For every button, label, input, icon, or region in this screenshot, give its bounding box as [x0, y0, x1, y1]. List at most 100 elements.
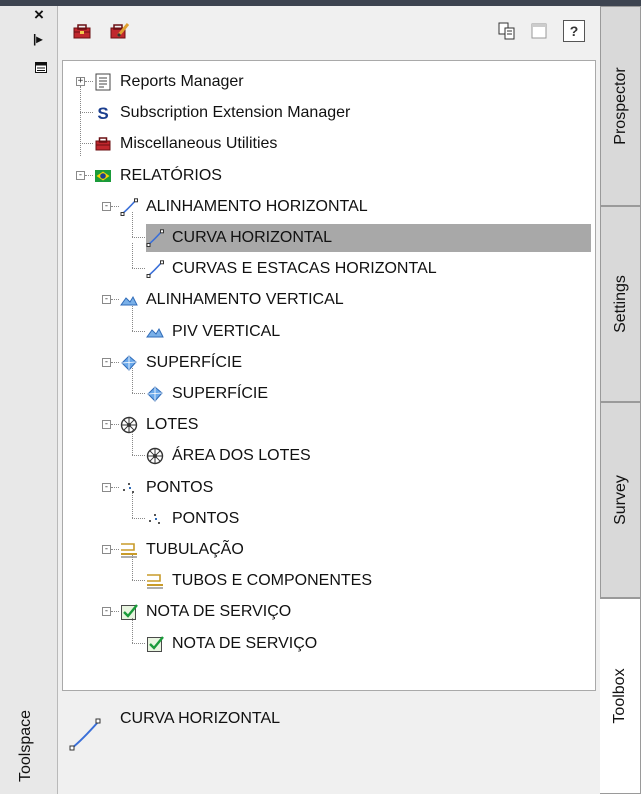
tree-connector — [132, 430, 133, 456]
tree-item[interactable]: PONTOS — [146, 505, 241, 533]
tree-item[interactable]: PIV VERTICAL — [146, 318, 282, 346]
tree-connector — [132, 642, 145, 644]
tree-item-label: NOTA DE SERVIÇO — [172, 634, 318, 652]
toolbox-icon[interactable] — [71, 20, 93, 42]
tree-connector — [132, 492, 133, 518]
tree-item-label: NOTA DE SERVIÇO — [146, 603, 292, 621]
horizontal-curve-icon — [146, 260, 164, 279]
collapse-icon[interactable]: - — [102, 482, 111, 492]
subscription-s-icon: S — [94, 104, 112, 123]
tree-connector — [85, 81, 93, 82]
pipe-network-icon — [146, 572, 164, 590]
collapse-icon[interactable]: - — [102, 607, 111, 617]
tree-connector — [111, 361, 119, 363]
tree-item-label: CURVAS E ESTACAS HORIZONTAL — [172, 260, 437, 278]
tree-connector — [132, 580, 145, 582]
copy-icon[interactable] — [496, 20, 518, 42]
collapse-icon[interactable]: - — [102, 295, 111, 305]
collapse-icon[interactable]: - — [102, 357, 111, 367]
brazil-flag-icon — [94, 167, 112, 185]
tree-item-label: ALINHAMENTO VERTICAL — [146, 291, 344, 309]
tree-item[interactable]: Miscellaneous Utilities — [94, 130, 279, 158]
tab-prospector[interactable]: Prospector — [600, 6, 641, 206]
points-icon — [120, 479, 138, 497]
checklist-icon — [146, 635, 164, 653]
collapse-icon[interactable]: - — [102, 545, 111, 554]
palette-side-strip: × |▸ Toolspace — [0, 6, 58, 794]
tree-connector — [111, 611, 119, 613]
tree-connector — [80, 86, 81, 157]
vertical-alignment-icon — [120, 291, 138, 309]
window-icon[interactable] — [528, 20, 550, 42]
tree-item-label: SUPERFÍCIE — [146, 353, 243, 371]
report-icon — [94, 73, 112, 91]
tree-item[interactable]: ALINHAMENTO HORIZONTAL — [120, 193, 370, 221]
tree-connector — [132, 243, 133, 269]
tree-connector — [132, 212, 133, 237]
collapse-icon[interactable]: - — [102, 201, 111, 211]
detail-label: CURVA HORIZONTAL — [120, 710, 281, 727]
tree-connector — [132, 455, 145, 457]
tab-settings[interactable]: Settings — [600, 206, 641, 402]
tree-item-label: Subscription Extension Manager — [120, 104, 351, 122]
tree-item[interactable]: RELATÓRIOS — [94, 162, 224, 190]
checklist-icon — [120, 603, 138, 621]
tab-survey[interactable]: Survey — [600, 402, 641, 598]
tree-item-label: LOTES — [146, 416, 199, 434]
tree-item[interactable]: TUBULAÇÃO — [120, 536, 246, 564]
tree-item-label: SUPERFÍCIE — [172, 385, 269, 402]
expand-icon[interactable]: + — [76, 77, 85, 86]
tree-item-label: Reports Manager — [120, 73, 244, 90]
horizontal-curve-icon — [146, 229, 164, 247]
tree-connector — [111, 424, 119, 426]
tree-item-label: PONTOS — [146, 478, 214, 496]
tree-item-label: ÁREA DOS LOTES — [172, 447, 311, 465]
tree-connector — [132, 617, 133, 643]
properties-icon[interactable] — [35, 62, 47, 73]
tree-connector — [132, 393, 145, 394]
tree-item[interactable]: SUPERFÍCIE — [146, 380, 270, 408]
toolbox-icon — [94, 135, 112, 153]
tree-item-label: PIV VERTICAL — [172, 322, 281, 340]
parcel-wheel-icon — [146, 447, 164, 465]
detail-pane: CURVA HORIZONTAL — [58, 696, 600, 794]
tree-connector — [132, 555, 133, 581]
collapse-icon[interactable]: - — [76, 170, 85, 180]
tab-strip: Prospector Settings Survey Toolbox — [600, 6, 641, 794]
horizontal-curve-icon — [69, 718, 101, 751]
tree-connector — [132, 305, 133, 331]
tree-item[interactable]: CURVA HORIZONTAL — [146, 224, 591, 252]
tree-connector — [80, 112, 93, 114]
tree-item[interactable]: CURVAS E ESTACAS HORIZONTAL — [146, 255, 439, 283]
tree-connector — [132, 330, 145, 332]
tree-item[interactable]: Reports Manager — [94, 68, 246, 96]
help-icon[interactable]: ? — [563, 20, 585, 42]
auto-hide-icon[interactable]: |▸ — [33, 32, 42, 46]
tree-item[interactable]: TUBOS E COMPONENTES — [146, 567, 374, 595]
pipe-network-icon — [120, 541, 138, 559]
tree-item[interactable]: NOTA DE SERVIÇO — [146, 630, 319, 658]
tab-toolbox[interactable]: Toolbox — [600, 598, 641, 794]
tree-connector — [132, 517, 145, 519]
tree-connector — [80, 143, 93, 145]
collapse-icon[interactable]: - — [102, 420, 111, 430]
tree-connector — [111, 486, 119, 488]
points-icon — [146, 510, 164, 528]
edit-toolbox-icon[interactable] — [108, 20, 130, 42]
tree-item[interactable]: ALINHAMENTO VERTICAL — [120, 286, 346, 314]
tree-item-label: TUBULAÇÃO — [146, 541, 244, 558]
tree-item[interactable]: S Subscription Extension Manager — [94, 99, 352, 127]
tree-item[interactable]: SUPERFÍCIE — [120, 349, 244, 377]
toolbar: ? — [58, 6, 600, 54]
tree-item-label: PONTOS — [172, 509, 240, 527]
tree-item[interactable]: ÁREA DOS LOTES — [146, 442, 313, 470]
svg-text:S: S — [97, 104, 108, 122]
tree-connector — [111, 299, 119, 301]
tree-connector — [132, 268, 145, 270]
surface-icon — [120, 354, 138, 372]
tree-connector — [111, 205, 119, 207]
tree-connector — [111, 549, 119, 550]
tree-item[interactable]: NOTA DE SERVIÇO — [120, 598, 293, 626]
close-icon[interactable]: × — [34, 6, 44, 24]
tree-item[interactable]: PONTOS — [120, 474, 215, 502]
